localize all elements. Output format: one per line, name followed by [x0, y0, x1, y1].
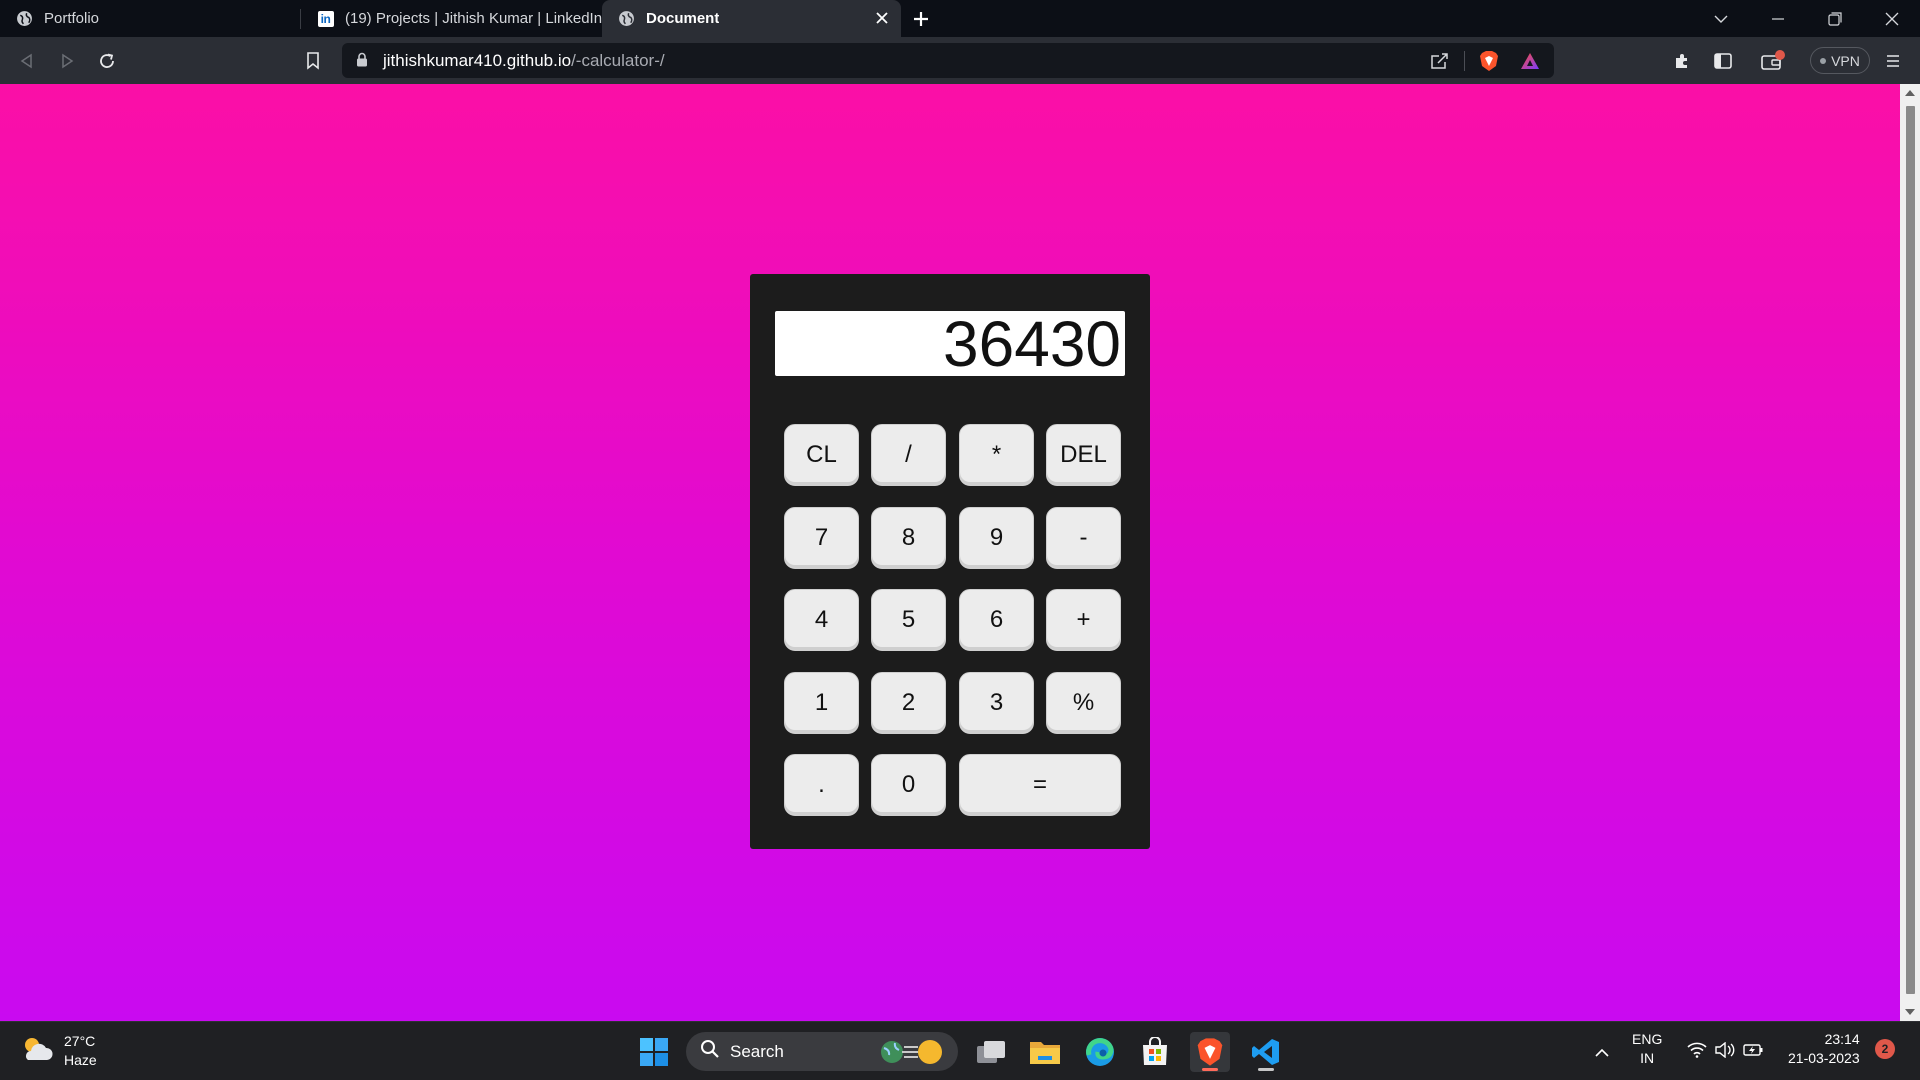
edge-browser-icon[interactable]: [1080, 1032, 1120, 1072]
url-text: jithishkumar410.github.io/-calculator-/: [383, 51, 665, 71]
brave-shields-icon[interactable]: [1478, 50, 1500, 72]
vpn-label: VPN: [1831, 52, 1860, 69]
minimize-button[interactable]: [1749, 0, 1806, 37]
share-icon[interactable]: [1428, 50, 1450, 72]
tab-title: Portfolio: [44, 10, 100, 27]
clock-time: 23:14: [1824, 1031, 1860, 1047]
key-digit-7-button[interactable]: 7: [784, 507, 859, 569]
weather-widget[interactable]: 27°C Haze: [20, 1032, 97, 1070]
key-equals-button[interactable]: =: [959, 754, 1121, 816]
windows-taskbar: 27°C Haze Search ENG IN 23:14 21-03-2023…: [0, 1021, 1920, 1080]
key-percent-button[interactable]: %: [1046, 672, 1121, 734]
key-digit-0-button[interactable]: 0: [871, 754, 946, 816]
taskbar-search[interactable]: Search: [686, 1032, 958, 1071]
sidebar-toggle-icon[interactable]: [1710, 48, 1736, 74]
key-digit-8-button[interactable]: 8: [871, 507, 946, 569]
wallet-icon[interactable]: [1760, 48, 1786, 74]
key-digit-1-button[interactable]: 1: [784, 672, 859, 734]
battery-charging-icon: [1743, 1043, 1763, 1062]
key-divide-button[interactable]: /: [871, 424, 946, 486]
linkedin-icon: in: [317, 10, 334, 27]
close-tab-icon[interactable]: [873, 9, 891, 27]
key-subtract-button[interactable]: -: [1046, 507, 1121, 569]
language-primary: ENG: [1632, 1031, 1663, 1047]
forward-icon[interactable]: [54, 48, 80, 74]
search-label: Search: [730, 1041, 784, 1061]
key-delete-button[interactable]: DEL: [1046, 424, 1121, 486]
key-digit-5-button[interactable]: 5: [871, 589, 946, 651]
scroll-up-arrow-icon[interactable]: [1905, 90, 1915, 96]
key-digit-4-button[interactable]: 4: [784, 589, 859, 651]
key-digit-9-button[interactable]: 9: [959, 507, 1034, 569]
vscode-icon[interactable]: [1246, 1032, 1286, 1072]
vpn-status-dot: [1820, 57, 1827, 64]
key-digit-2-button[interactable]: 2: [871, 672, 946, 734]
url-path: /-calculator-/: [571, 51, 665, 70]
cloudy-weather-icon: [20, 1034, 54, 1069]
tab-linkedin[interactable]: in (19) Projects | Jithish Kumar | Linke…: [301, 0, 602, 37]
key-multiply-button[interactable]: *: [959, 424, 1034, 486]
tab-portfolio[interactable]: Portfolio: [0, 0, 301, 37]
omnibox-divider: [1464, 51, 1465, 71]
menu-icon[interactable]: [1880, 48, 1906, 74]
key-clear-button[interactable]: CL: [784, 424, 859, 486]
key-decimal-button[interactable]: .: [784, 754, 859, 816]
wifi-icon: [1687, 1042, 1707, 1063]
weather-description: Haze: [64, 1052, 97, 1068]
restore-button[interactable]: [1806, 0, 1863, 37]
scroll-down-arrow-icon[interactable]: [1905, 1009, 1915, 1015]
vpn-button[interactable]: VPN: [1810, 47, 1870, 74]
calculator-display: 36430: [775, 311, 1125, 376]
search-icon: [700, 1039, 720, 1064]
new-tab-button[interactable]: [901, 0, 941, 37]
back-icon[interactable]: [14, 48, 40, 74]
tab-title: (19) Projects | Jithish Kumar | LinkedIn: [345, 10, 602, 27]
notification-badge[interactable]: 2: [1875, 1039, 1895, 1059]
language-indicator[interactable]: ENG IN: [1632, 1030, 1662, 1068]
tab-search-chevron-icon[interactable]: [1692, 0, 1749, 37]
tab-title: Document: [646, 10, 720, 27]
volume-icon: [1715, 1041, 1735, 1063]
running-app-indicator: [1258, 1068, 1274, 1071]
file-explorer-icon[interactable]: [1025, 1032, 1065, 1072]
calculator: 36430 CL / * DEL 7 8 9- 4 5 6 +1 2 3%. 0 =: [750, 274, 1150, 849]
browser-tab-strip: Portfolio in (19) Projects | Jithish Kum…: [0, 0, 1920, 37]
bookmark-icon[interactable]: [300, 48, 326, 74]
page-background: 36430 CL / * DEL 7 8 9- 4 5 6 +1 2 3%. 0 =: [0, 84, 1900, 1021]
brave-rewards-icon[interactable]: [1519, 50, 1541, 72]
start-button[interactable]: [634, 1032, 674, 1072]
extensions-icon[interactable]: [1669, 48, 1695, 74]
active-app-indicator: [1202, 1068, 1218, 1071]
tab-document[interactable]: Document: [602, 0, 901, 37]
key-digit-6-button[interactable]: 6: [959, 589, 1034, 651]
clock-date: 21-03-2023: [1788, 1050, 1860, 1066]
key-digit-3-button[interactable]: 3: [959, 672, 1034, 734]
show-hidden-icons-chevron-icon[interactable]: [1582, 1032, 1622, 1072]
weather-temperature: 27°C: [64, 1033, 96, 1049]
reload-icon[interactable]: [94, 48, 120, 74]
close-window-button[interactable]: [1863, 0, 1920, 37]
url-host: jithishkumar410.github.io: [383, 51, 572, 70]
browser-toolbar: jithishkumar410.github.io/-calculator-/ …: [0, 37, 1920, 84]
key-add-button[interactable]: +: [1046, 589, 1121, 651]
microsoft-store-icon[interactable]: [1135, 1032, 1175, 1072]
quick-settings[interactable]: [1680, 1032, 1770, 1072]
brave-browser-icon[interactable]: [1190, 1032, 1230, 1072]
lock-icon: [356, 52, 368, 72]
scrollbar-thumb[interactable]: [1906, 106, 1915, 994]
language-secondary: IN: [1640, 1050, 1655, 1066]
page-scrollbar[interactable]: [1900, 84, 1920, 1021]
globe-icon: [16, 10, 33, 27]
globe-icon: [618, 10, 635, 27]
task-view-icon[interactable]: [971, 1032, 1011, 1072]
search-highlight-globe-icon: [878, 1038, 944, 1071]
address-bar[interactable]: jithishkumar410.github.io/-calculator-/: [342, 43, 1554, 78]
clock[interactable]: 23:14 21-03-2023: [1788, 1030, 1860, 1068]
